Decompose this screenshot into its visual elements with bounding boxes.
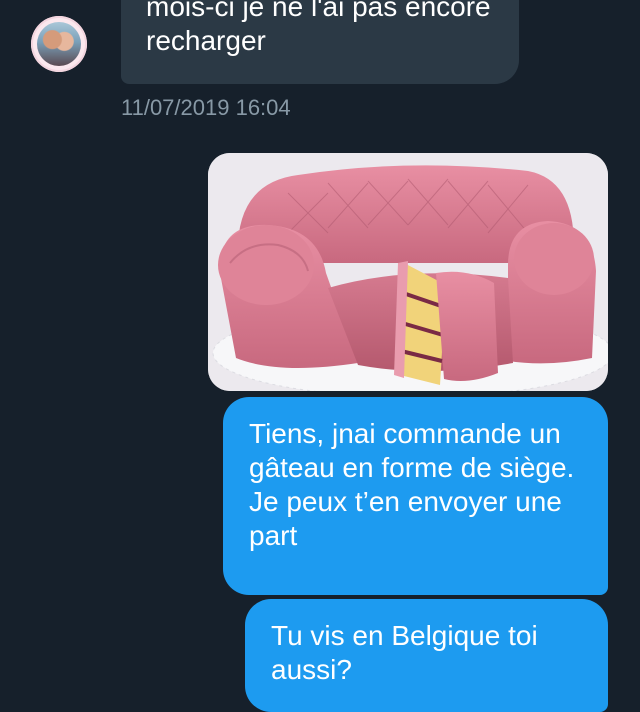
incoming-message-bubble[interactable]: mois-ci je ne l'ai pas encore recharger	[121, 0, 519, 84]
avatar[interactable]	[31, 16, 87, 72]
outgoing-message-bubble[interactable]: Tu vis en Belgique toi aussi?	[245, 599, 608, 712]
message-timestamp: 11/07/2019 16:04	[121, 95, 291, 120]
outgoing-message-bubble[interactable]: Tiens, jnai commande un gâteau en forme …	[223, 397, 608, 595]
pink-armchair-cake-image	[208, 153, 608, 391]
incoming-message-text: mois-ci je ne l'ai pas encore recharger	[146, 0, 491, 56]
image-attachment[interactable]	[208, 153, 608, 391]
outgoing-message-text: Tu vis en Belgique toi aussi?	[271, 620, 538, 685]
outgoing-message-text: Tiens, jnai commande un gâteau en forme …	[249, 418, 575, 551]
avatar-photo	[37, 22, 81, 66]
